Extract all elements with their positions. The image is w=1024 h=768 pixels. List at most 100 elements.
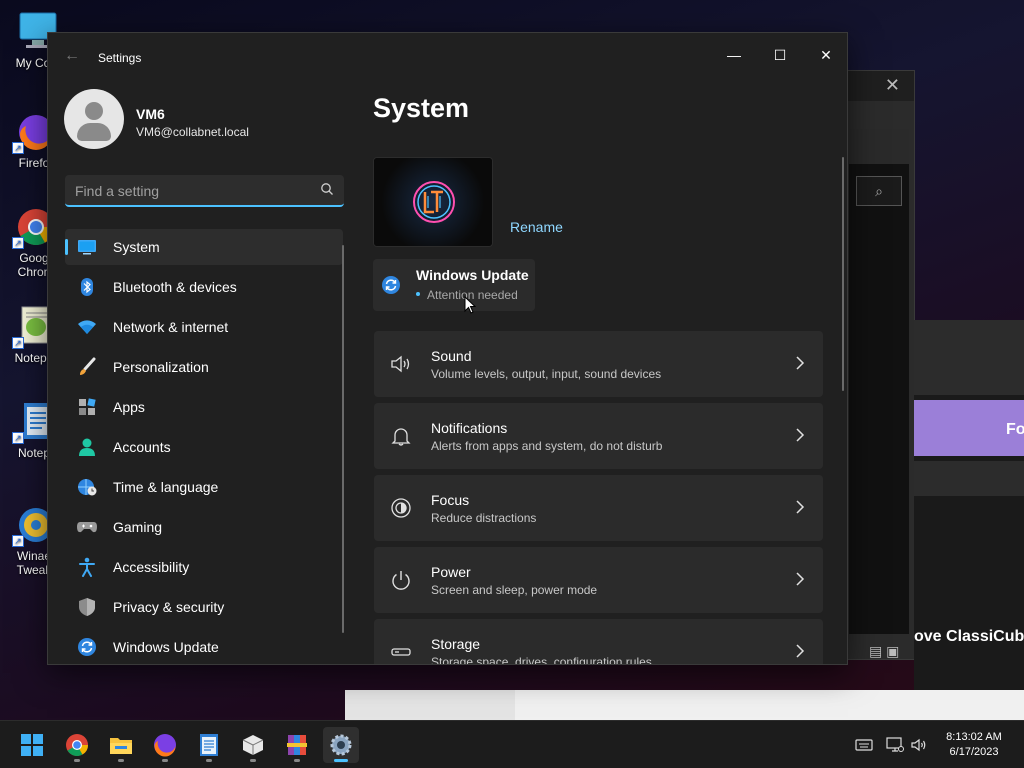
minimize-button[interactable]: —	[711, 39, 757, 71]
sidebar-item-time-language[interactable]: Time & language	[65, 469, 343, 505]
windows-update-title: Windows Update	[416, 267, 529, 283]
card-description: Storage space, drives, configuration rul…	[431, 655, 652, 665]
close-button[interactable]: ✕	[803, 39, 847, 71]
sidebar-item-label: Privacy & security	[113, 599, 225, 615]
sidebar-item-label: Time & language	[113, 479, 219, 495]
browser-headline: ove ClassiCub	[914, 628, 1024, 645]
sidebar-item-gaming[interactable]: Gaming	[65, 509, 343, 545]
sidebar-item-label: Network & internet	[113, 319, 229, 335]
clock-time: 8:13:02 AM	[946, 731, 1002, 743]
shield-icon	[77, 597, 97, 617]
sidebar-item-accessibility[interactable]: Accessibility	[65, 549, 343, 585]
system-clock[interactable]: 8:13:02 AM 6/17/2023	[934, 730, 1014, 760]
search-icon[interactable]	[320, 182, 334, 196]
profile-name: VM6	[136, 106, 165, 122]
chevron-right-icon	[796, 428, 805, 442]
wifi-icon	[77, 317, 97, 337]
sidebar-item-personalization[interactable]: Personalization	[65, 349, 343, 385]
browser-band	[914, 461, 1024, 496]
taskbar: 8:13:02 AM 6/17/2023	[0, 720, 1024, 768]
wallpaper-logo-icon	[413, 181, 455, 223]
accessibility-icon	[77, 557, 97, 577]
system-monitor-icon	[77, 237, 97, 257]
app-title: Settings	[98, 51, 142, 65]
main-scrollbar[interactable]	[842, 157, 844, 391]
search-icon[interactable]: ⌕	[856, 176, 902, 206]
titlebar[interactable]: ← Settings — ☐ ✕	[48, 33, 847, 81]
card-title: Sound	[431, 348, 472, 364]
shortcut-arrow-icon: ↗	[12, 337, 24, 349]
card-description: Screen and sleep, power mode	[431, 583, 598, 597]
view-toggle-icons[interactable]: ▤ ▣	[869, 643, 899, 660]
sidebar-item-network[interactable]: Network & internet	[65, 309, 343, 345]
storage-card[interactable]: Storage Storage space, drives, configura…	[374, 619, 823, 665]
taskbar-winrar[interactable]	[279, 727, 315, 763]
firefox-icon	[154, 734, 176, 757]
taskbar-chrome[interactable]	[59, 727, 95, 763]
profile-email: VM6@collabnet.local	[136, 125, 249, 139]
windows-logo-icon	[21, 734, 43, 756]
back-arrow-icon[interactable]: ←	[64, 47, 82, 65]
browser-band	[914, 320, 1024, 395]
network-icon[interactable]	[886, 736, 904, 754]
maximize-button[interactable]: ☐	[757, 39, 803, 71]
package-icon	[242, 735, 264, 755]
sidebar-item-label: Gaming	[113, 519, 163, 535]
winrar-icon	[287, 735, 307, 755]
taskbar-settings[interactable]	[323, 727, 359, 763]
card-description: Alerts from apps and system, do not dist…	[431, 439, 663, 453]
sidebar-item-windows-update[interactable]: Windows Update	[65, 629, 343, 664]
chrome-icon	[66, 734, 88, 756]
taskbar-firefox[interactable]	[147, 727, 183, 763]
avatar[interactable]	[64, 89, 124, 149]
rename-link[interactable]: Rename	[510, 219, 563, 235]
sidebar-scrollbar[interactable]	[342, 245, 344, 633]
desktop-icon-label: Firefo	[18, 156, 50, 170]
device-thumbnail	[373, 157, 493, 247]
volume-icon[interactable]	[910, 736, 928, 754]
person-icon	[77, 437, 97, 457]
bell-icon	[391, 428, 411, 446]
taskbar-file-explorer[interactable]	[103, 727, 139, 763]
search-box[interactable]	[65, 175, 344, 207]
chevron-right-icon	[796, 500, 805, 514]
running-indicator	[162, 759, 168, 762]
focus-card[interactable]: Focus Reduce distractions	[374, 475, 823, 541]
browser-banner[interactable]: Fo	[914, 400, 1024, 456]
globe-clock-icon	[77, 477, 97, 497]
shortcut-arrow-icon: ↗	[12, 237, 24, 249]
sidebar-item-apps[interactable]: Apps	[65, 389, 343, 425]
notifications-card[interactable]: Notifications Alerts from apps and syste…	[374, 403, 823, 469]
sidebar-item-system[interactable]: System	[65, 229, 343, 265]
sidebar-item-accounts[interactable]: Accounts	[65, 429, 343, 465]
taskbar-package[interactable]	[235, 727, 271, 763]
shortcut-arrow-icon: ↗	[12, 432, 24, 444]
power-icon	[392, 571, 410, 590]
keyboard-icon[interactable]	[855, 736, 873, 754]
settings-window[interactable]: ← Settings — ☐ ✕ VM6 VM6@collabnet.local…	[47, 32, 848, 665]
chevron-right-icon	[796, 356, 805, 370]
desktop-icon-label: Notep	[17, 446, 51, 460]
sound-card[interactable]: Sound Volume levels, output, input, soun…	[374, 331, 823, 397]
mouse-cursor-icon	[464, 296, 476, 314]
card-title: Focus	[431, 492, 470, 508]
search-input[interactable]	[75, 181, 305, 201]
sidebar-item-bluetooth[interactable]: Bluetooth & devices	[65, 269, 343, 305]
page-title: System	[373, 93, 470, 123]
start-button[interactable]	[14, 727, 50, 763]
sidebar-item-label: Windows Update	[113, 639, 219, 655]
sidebar-item-privacy[interactable]: Privacy & security	[65, 589, 343, 625]
speaker-icon	[391, 355, 410, 373]
card-title: Notifications	[431, 420, 508, 436]
sidebar-item-label: Personalization	[113, 359, 209, 375]
taskbar-notepad[interactable]	[191, 727, 227, 763]
update-icon	[77, 637, 97, 657]
power-card[interactable]: Power Screen and sleep, power mode	[374, 547, 823, 613]
close-icon[interactable]: ✕	[885, 75, 900, 96]
browser-strip	[345, 690, 515, 720]
chevron-right-icon	[796, 572, 805, 586]
windows-update-card[interactable]: Windows Update Attention needed	[373, 259, 535, 311]
storage-icon	[391, 648, 411, 656]
running-indicator	[294, 759, 300, 762]
running-indicator	[74, 759, 80, 762]
